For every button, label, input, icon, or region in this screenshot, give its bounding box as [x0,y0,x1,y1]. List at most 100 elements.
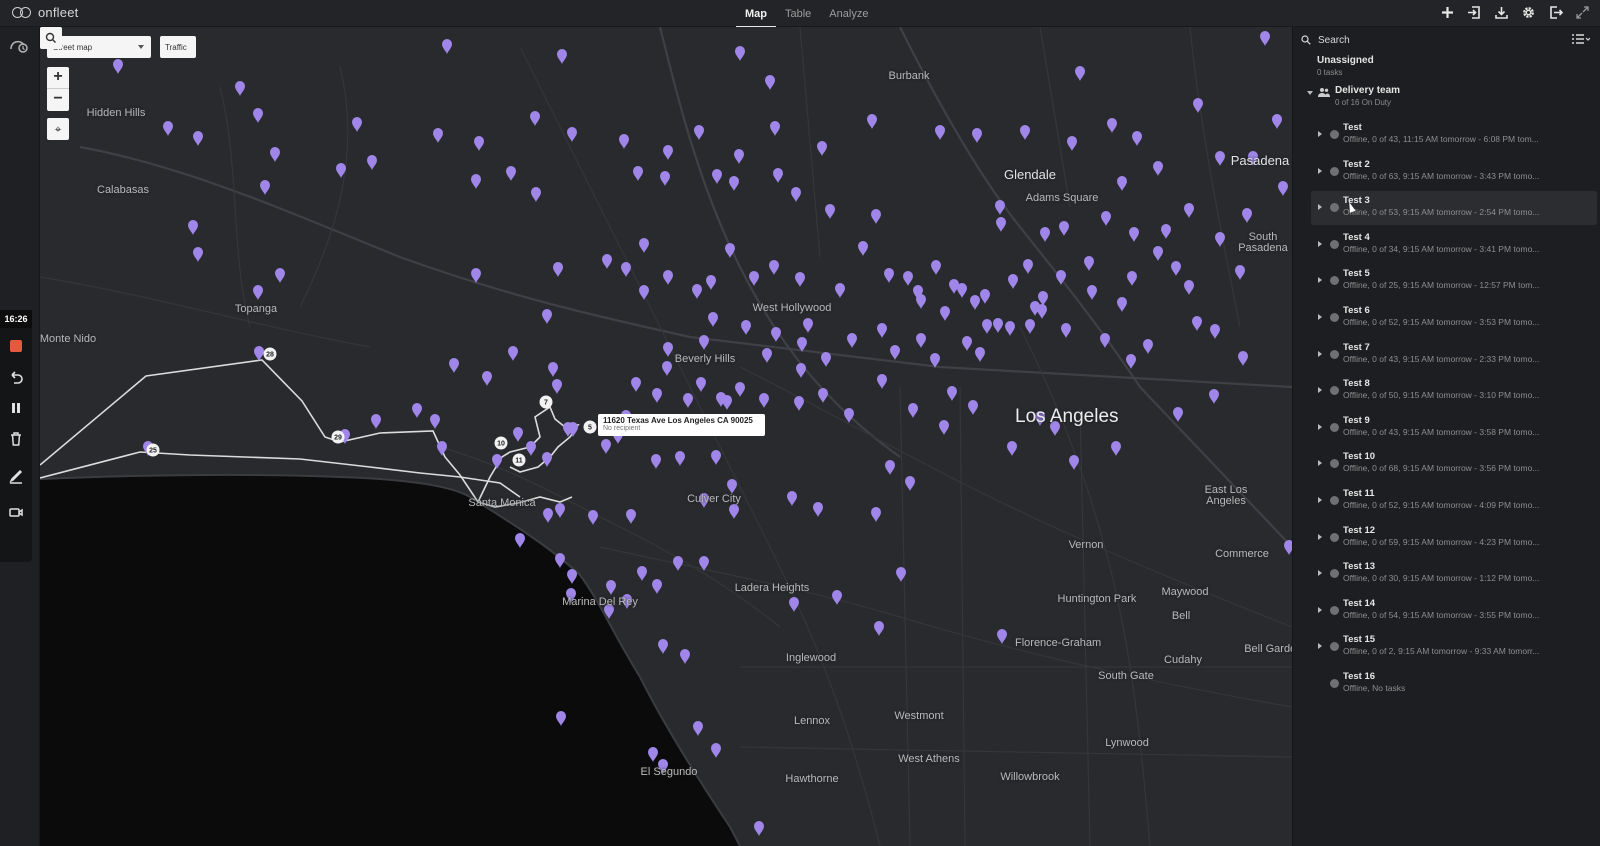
tab-analyze[interactable]: Analyze [820,0,877,28]
task-pin[interactable] [658,639,668,654]
task-pin[interactable] [817,141,827,156]
download-icon[interactable] [1494,5,1509,20]
task-pin[interactable] [762,348,772,363]
task-pin[interactable] [260,180,270,195]
task-pin[interactable] [1129,227,1139,242]
worker-row[interactable]: Test 13 Offline, 0 of 30, 9:15 AM tomorro… [1311,557,1597,591]
task-pin[interactable] [693,721,703,736]
task-pin[interactable] [588,510,598,525]
task-pin[interactable] [794,396,804,411]
task-pin[interactable] [683,393,693,408]
expand-arrow-icon[interactable] [1318,570,1322,577]
task-pin[interactable] [163,121,173,136]
task-pin[interactable] [680,649,690,664]
task-pin[interactable] [449,358,459,373]
task-pin[interactable] [1005,321,1015,336]
task-pin[interactable] [771,327,781,342]
task-pin[interactable] [844,408,854,423]
expand-icon[interactable] [1575,5,1590,20]
task-pin[interactable] [727,479,737,494]
task-pin[interactable] [1038,291,1048,306]
task-pin[interactable] [996,217,1006,232]
task-pin[interactable] [663,145,673,160]
task-pin[interactable] [957,283,967,298]
task-pin[interactable] [908,403,918,418]
task-pin[interactable] [858,241,868,256]
task-pin[interactable] [769,260,779,275]
task-pin[interactable] [787,491,797,506]
task-pin[interactable] [531,187,541,202]
task-pin[interactable] [652,579,662,594]
task-pin[interactable] [602,254,612,269]
onfleet-logo[interactable]: onfleet [12,5,78,20]
task-pin[interactable] [749,271,759,286]
task-pin[interactable] [254,346,264,361]
task-pin[interactable] [1107,118,1117,133]
task-pin[interactable] [916,333,926,348]
task-pin[interactable] [1067,136,1077,151]
task-pin[interactable] [633,166,643,181]
expand-arrow-icon[interactable] [1318,167,1322,174]
task-pin[interactable] [1284,540,1292,555]
task-pin[interactable] [508,346,518,361]
worker-row[interactable]: Test 15 Offline, 0 of 2, 9:15 AM tomorrow… [1311,630,1597,664]
map-style-select[interactable]: Street map [47,36,151,58]
expand-arrow-icon[interactable] [1318,350,1322,357]
task-pin[interactable] [673,556,683,571]
task-pin[interactable] [734,149,744,164]
task-pin[interactable] [1173,407,1183,422]
traffic-toggle[interactable]: Traffic [160,36,196,58]
task-pin[interactable] [606,580,616,595]
task-pin[interactable] [626,509,636,524]
task-pin[interactable] [694,125,704,140]
task-pin[interactable] [1040,227,1050,242]
expand-arrow-icon[interactable] [1318,497,1322,503]
task-pin[interactable] [903,271,913,286]
worker-row[interactable]: Test 12 Offline, 0 of 59, 9:15 AM tomorro… [1311,521,1597,555]
panel-search[interactable]: Search [1301,33,1531,47]
task-pin[interactable] [637,566,647,581]
settings-icon[interactable] [1521,5,1536,20]
task-pin[interactable] [692,284,702,299]
task-pin[interactable] [696,377,706,392]
task-pin[interactable] [631,377,641,392]
task-pin[interactable] [1117,176,1127,191]
task-pin[interactable] [968,400,978,415]
search-input[interactable]: Search [1318,35,1350,46]
task-pin[interactable] [884,268,894,283]
task-pin[interactable] [371,414,381,429]
task-pin[interactable] [652,388,662,403]
task-pin[interactable] [867,114,877,129]
worker-row[interactable]: Test 6 Offline, 0 of 52, 9:15 AM tomorrow… [1311,301,1597,335]
task-pin[interactable] [905,476,915,491]
driver-app-icon[interactable] [9,38,29,54]
task-pin[interactable] [759,393,769,408]
task-pin[interactable] [253,285,263,300]
task-pin[interactable] [621,262,631,277]
camera-icon[interactable] [8,504,24,520]
add-icon[interactable] [1440,5,1455,20]
task-pin[interactable] [275,268,285,283]
task-pin[interactable] [557,49,567,64]
task-pin[interactable] [711,450,721,465]
task-pin[interactable] [711,743,721,758]
task-pin[interactable] [474,136,484,151]
task-pin[interactable] [972,128,982,143]
task-pin[interactable] [412,403,422,418]
worker-row[interactable]: Test 7 Offline, 0 of 43, 9:15 AM tomorrow… [1311,338,1597,372]
task-pin[interactable] [619,134,629,149]
task-pin[interactable] [791,187,801,202]
draw-icon[interactable] [8,468,24,484]
task-pin[interactable] [433,128,443,143]
task-pin[interactable] [813,502,823,517]
task-pin[interactable] [442,39,452,54]
task-pin[interactable] [993,318,1003,333]
expand-arrow-icon[interactable] [1318,204,1322,211]
task-pin[interactable] [506,166,516,181]
task-pin[interactable] [735,382,745,397]
task-pin[interactable] [1193,98,1203,113]
search-icon[interactable] [40,27,62,49]
task-pin[interactable] [675,451,685,466]
task-pin[interactable] [980,289,990,304]
task-pin[interactable] [931,260,941,275]
